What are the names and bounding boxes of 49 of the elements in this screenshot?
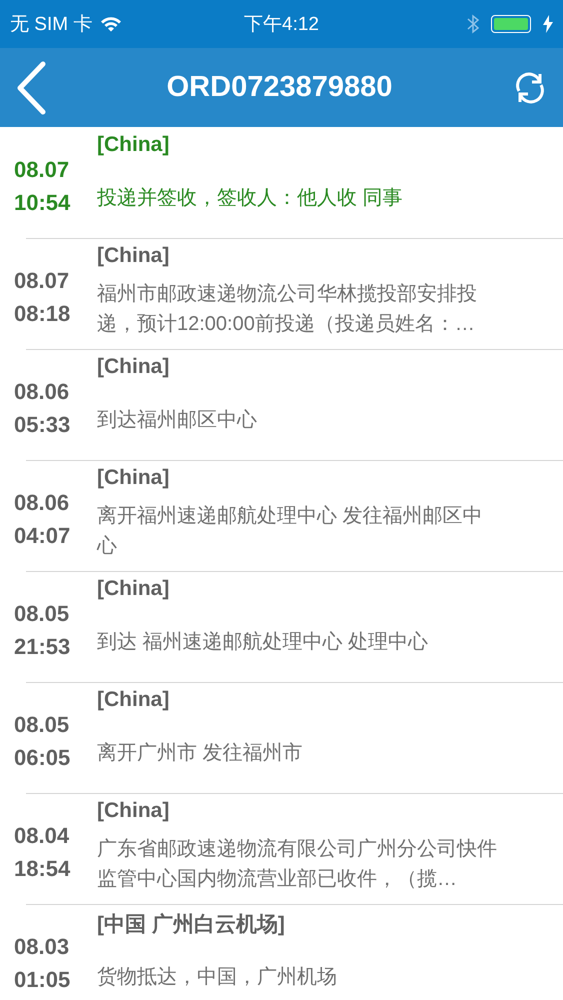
order-title: ORD0723879880 (166, 71, 392, 104)
event-date: 08.03 (14, 932, 70, 960)
tracking-event[interactable]: 08.05 06:05 [China] 离开广州市 发往福州市 (0, 682, 563, 793)
battery-icon (491, 15, 531, 33)
event-location: [China] (97, 577, 170, 601)
event-description: 离开福州速递邮航处理中心 发往福州邮区中心 (97, 504, 484, 558)
event-description: 福州市邮政速递物流公司华林揽投部安排投递，预计12:00:00前投递（投递员姓名：… (97, 282, 478, 336)
back-icon (16, 60, 46, 114)
back-button[interactable] (16, 60, 46, 114)
event-location: [China] (97, 799, 170, 823)
tracking-event[interactable]: 08.06 05:33 [China] 到达福州邮区中心 (0, 349, 563, 460)
wifi-icon (100, 16, 122, 32)
event-time: 08:18 (14, 300, 72, 328)
event-date: 08.07 (14, 266, 70, 294)
tracking-event[interactable]: 08.07 10:54 [China] 投递并签收，签收人：他人收 同事 (0, 127, 563, 238)
event-time: 21:53 (14, 632, 72, 660)
event-description: 投递并签收，签收人：他人收 同事 (97, 186, 403, 210)
event-description: 货物抵达，中国，广州机场 (97, 964, 337, 990)
status-time: 下午4:12 (244, 13, 319, 37)
event-time: 05:33 (14, 410, 72, 438)
event-date: 08.05 (14, 600, 70, 628)
event-time: 01:05 (14, 966, 72, 994)
carrier-label: 无 SIM 卡 (10, 13, 92, 37)
event-time: 06:05 (14, 744, 72, 772)
event-date: 08.06 (14, 378, 70, 406)
event-description: 到达 福州速递邮航处理中心 处理中心 (97, 630, 428, 654)
tracking-event[interactable]: 08.06 04:07 [China] 离开福州速递邮航处理中心 发往福州邮区中心 (0, 460, 563, 571)
event-time: 18:54 (14, 854, 72, 882)
event-time: 04:07 (14, 522, 72, 550)
tracking-event[interactable]: 08.04 18:54 [China] 广东省邮政速递物流有限公司广州分公司快件监管中心国内物流营业部已收件，（揽… (0, 793, 563, 904)
event-description: 到达福州邮区中心 (97, 408, 257, 432)
event-location: [中国 广州白云机场] (97, 912, 286, 938)
event-location: [China] (97, 355, 170, 379)
event-date: 08.04 (14, 822, 70, 850)
event-location: [China] (97, 244, 170, 268)
event-time: 10:54 (14, 188, 72, 216)
event-description: 离开广州市 发往福州市 (97, 740, 303, 766)
tracking-event[interactable]: 08.03 01:05 [中国 广州白云机场] 货物抵达，中国，广州机场 (0, 904, 563, 1000)
event-date: 08.06 (14, 488, 70, 516)
event-date: 08.07 (14, 156, 70, 184)
charging-icon (543, 15, 553, 33)
bluetooth-icon (467, 14, 479, 34)
event-location: [China] (97, 688, 170, 712)
event-location: [China] (97, 466, 170, 490)
tracking-event[interactable]: 08.07 08:18 [China] 福州市邮政速递物流公司华林揽投部安排投递，预计12:00:00前投递（投递员姓名：… (0, 238, 563, 349)
event-description: 广东省邮政速递物流有限公司广州分公司快件监管中心国内物流营业部已收件，（揽… (97, 836, 497, 892)
tracking-event[interactable]: 08.05 21:53 [China] 到达 福州速递邮航处理中心 处理中心 (0, 571, 563, 682)
event-date: 08.05 (14, 710, 70, 738)
event-location: [China] (97, 133, 170, 157)
